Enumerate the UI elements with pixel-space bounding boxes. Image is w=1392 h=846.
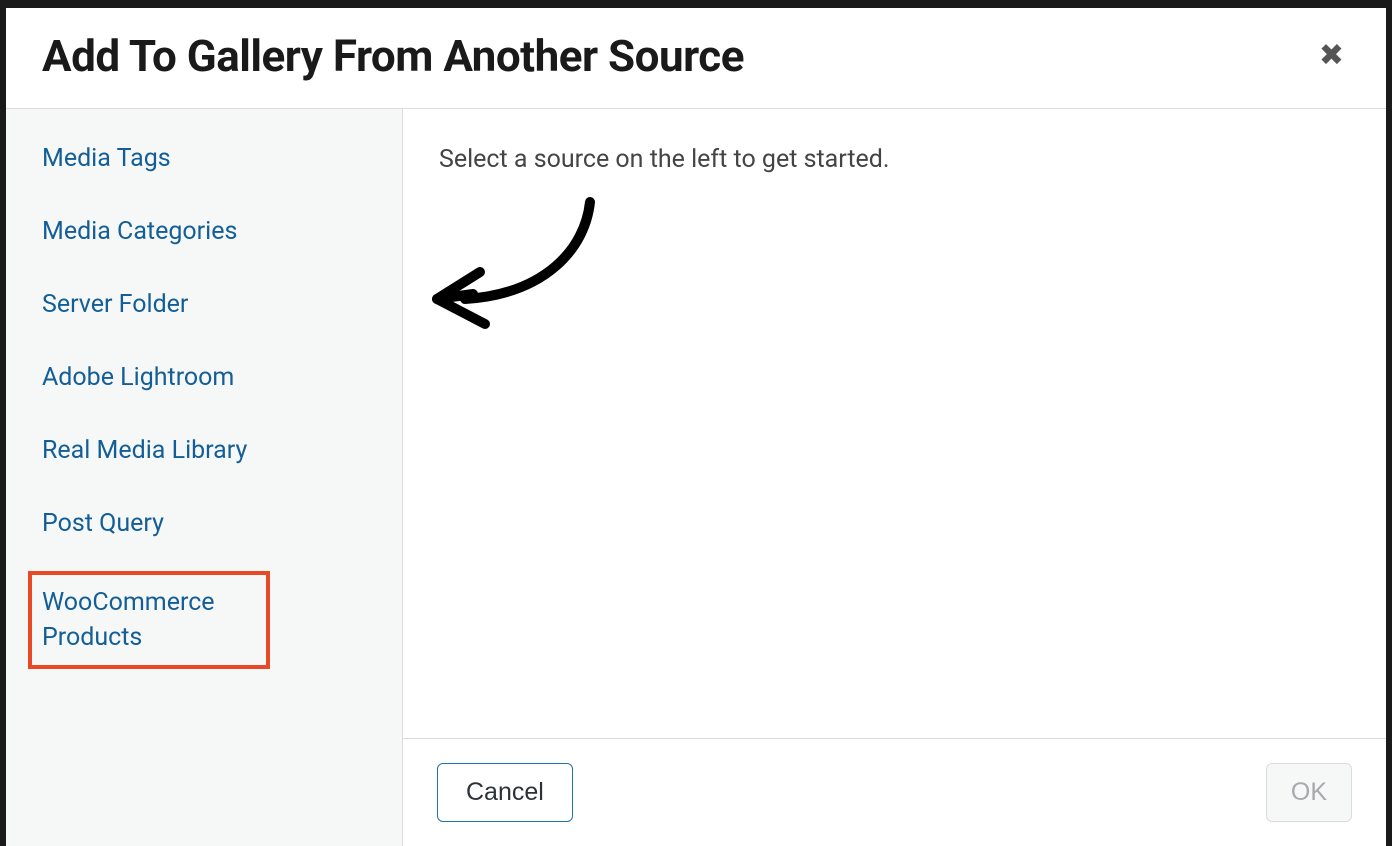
modal-footer: Cancel OK xyxy=(403,738,1386,846)
modal-body: Media Tags Media Categories Server Folde… xyxy=(6,109,1386,846)
source-sidebar: Media Tags Media Categories Server Folde… xyxy=(6,109,403,846)
sidebar-item-adobe-lightroom[interactable]: Adobe Lightroom xyxy=(42,360,234,395)
cancel-button[interactable]: Cancel xyxy=(437,763,573,822)
close-button[interactable]: ✖ xyxy=(1313,41,1350,71)
sidebar-item-media-tags[interactable]: Media Tags xyxy=(42,141,171,176)
modal-dialog: Add To Gallery From Another Source ✖ Med… xyxy=(6,8,1386,846)
sidebar-item-server-folder[interactable]: Server Folder xyxy=(42,287,188,322)
arrow-icon xyxy=(425,194,605,344)
instruction-text: Select a source on the left to get start… xyxy=(439,141,1350,179)
sidebar-item-media-categories[interactable]: Media Categories xyxy=(42,214,237,249)
sidebar-item-real-media-library[interactable]: Real Media Library xyxy=(42,433,247,468)
sidebar-item-woocommerce-products[interactable]: WooCommerce Products xyxy=(42,585,256,655)
modal-header: Add To Gallery From Another Source ✖ xyxy=(6,8,1386,109)
close-icon: ✖ xyxy=(1319,39,1344,72)
ok-button: OK xyxy=(1266,763,1352,822)
sidebar-item-post-query[interactable]: Post Query xyxy=(42,506,164,541)
main-panel: Select a source on the left to get start… xyxy=(403,109,1386,846)
modal-title: Add To Gallery From Another Source xyxy=(42,30,744,82)
main-content: Select a source on the left to get start… xyxy=(403,109,1386,738)
sidebar-highlight-box: WooCommerce Products xyxy=(28,571,270,669)
